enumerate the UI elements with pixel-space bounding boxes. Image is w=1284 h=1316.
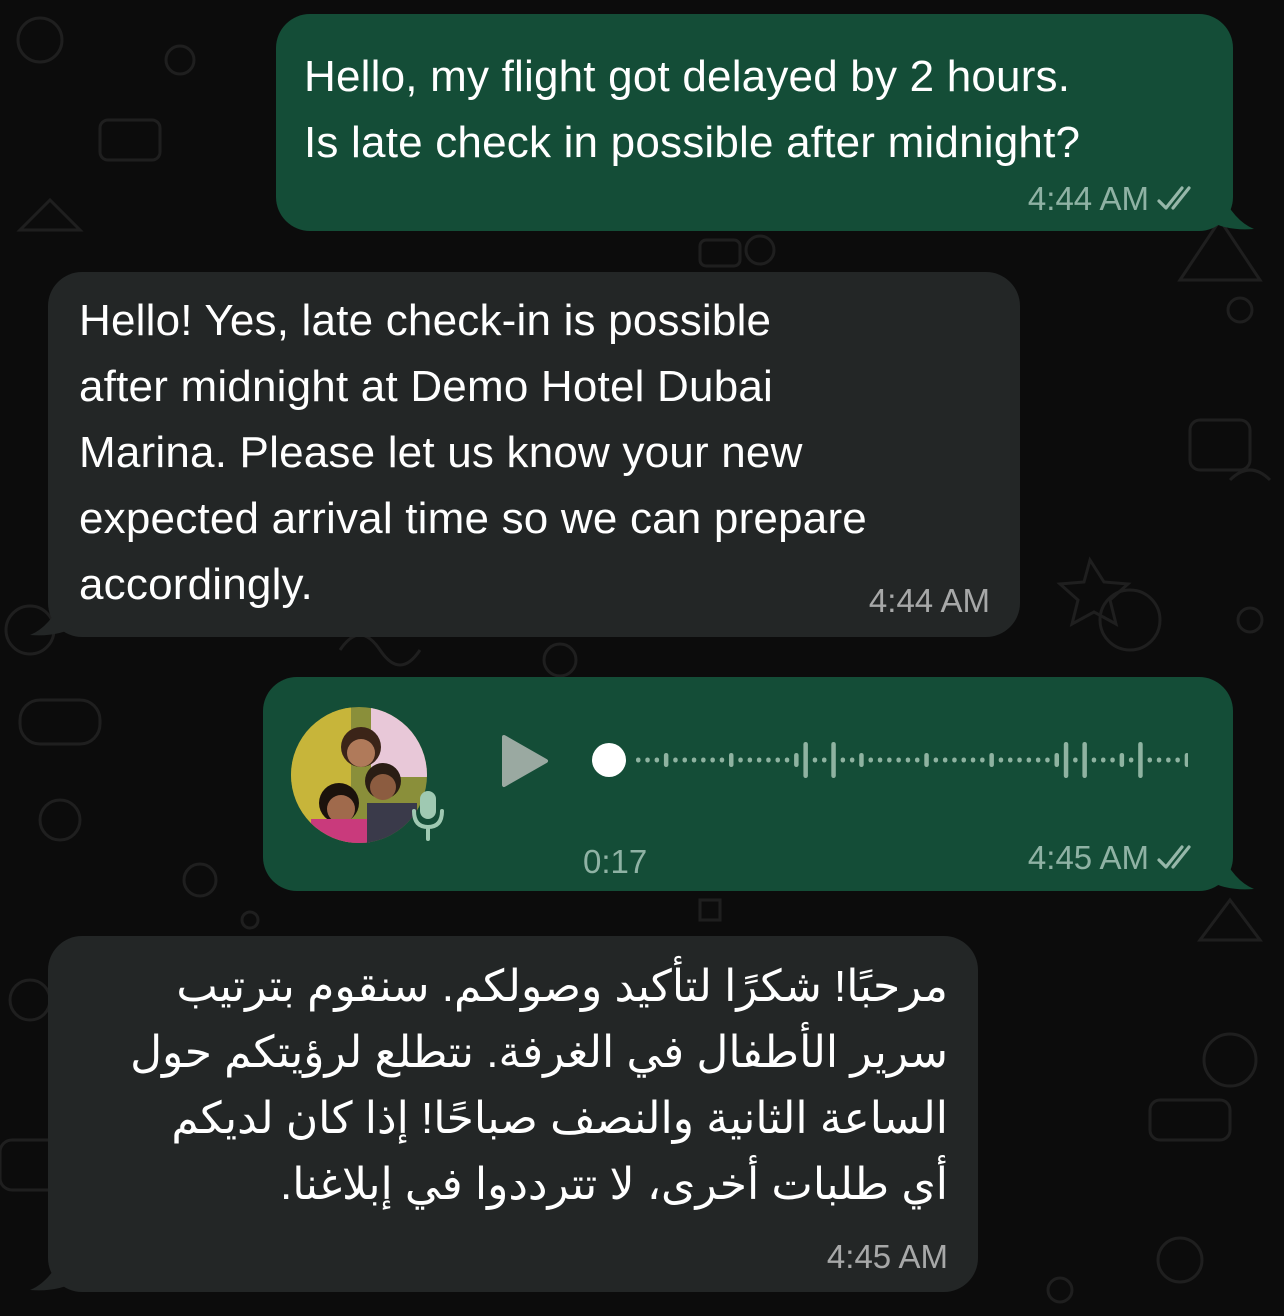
waveform-bar bbox=[1054, 753, 1059, 767]
message-meta: 4:45 AM bbox=[827, 1238, 948, 1276]
waveform-bar bbox=[822, 757, 827, 763]
waveform-bar bbox=[887, 757, 892, 763]
waveform-bar bbox=[775, 757, 780, 763]
message-time: 4:44 AM bbox=[868, 582, 990, 619]
bubble-tail bbox=[1210, 851, 1254, 890]
double-check-icon bbox=[1157, 186, 1191, 210]
message-meta: 4:44 AM bbox=[869, 582, 990, 620]
message-text-line: مرحبًا! شكرًا لتأكيد وصولكم. سنقوم بترتي… bbox=[176, 962, 948, 1011]
waveform-bar bbox=[756, 757, 762, 763]
message-text-line: Hello, my flight got delayed by 2 hours. bbox=[304, 52, 1071, 101]
avatar bbox=[291, 707, 427, 843]
message-text-line: Hello! Yes, late check-in is possible bbox=[79, 296, 772, 345]
waveform-bar bbox=[1082, 742, 1087, 778]
waveform-bar bbox=[1175, 757, 1180, 763]
waveform-bar bbox=[1156, 757, 1162, 763]
waveform-bar bbox=[1166, 757, 1171, 763]
message-meta: 4:44 AM bbox=[1028, 180, 1203, 218]
waveform-bar bbox=[729, 753, 734, 767]
message-text-line: after midnight at Demo Hotel Dubai bbox=[79, 362, 774, 411]
waveform-bar bbox=[1045, 757, 1050, 763]
waveform-bar bbox=[942, 757, 948, 763]
waveform-bar bbox=[794, 753, 799, 767]
waveform-bar bbox=[998, 757, 1004, 763]
waveform-bar bbox=[1119, 753, 1125, 767]
waveform-bar bbox=[849, 757, 855, 763]
message-text-line: سرير الأطفال في الغرفة. نتطلع لرؤيتكم حو… bbox=[130, 1028, 948, 1077]
voice-duration: 0:17 bbox=[583, 843, 648, 880]
double-check-icon bbox=[1157, 845, 1191, 869]
waveform-bar bbox=[989, 753, 994, 767]
waveform-bar bbox=[896, 757, 901, 763]
message-time: 4:44 AM bbox=[1027, 180, 1149, 217]
waveform-bar bbox=[654, 757, 660, 763]
waveform-bar bbox=[933, 757, 939, 763]
waveform-bar bbox=[915, 757, 920, 763]
waveform-bar bbox=[1026, 757, 1032, 763]
waveform-bar bbox=[682, 757, 687, 763]
waveform-bar bbox=[831, 742, 836, 778]
waveform-bar bbox=[1008, 757, 1013, 763]
waveform-bar bbox=[1184, 753, 1188, 767]
waveform-bar bbox=[1128, 757, 1134, 763]
waveform-bar bbox=[1091, 757, 1097, 763]
message-time: 4:45 AM bbox=[826, 1238, 948, 1275]
waveform-bar bbox=[868, 757, 873, 763]
voice-waveform-slider[interactable] bbox=[588, 729, 1188, 789]
waveform-bar bbox=[1073, 757, 1078, 763]
microphone-icon bbox=[412, 791, 444, 841]
voice-message-bubble[interactable]: 0:17 4:45 AM bbox=[263, 677, 1233, 891]
waveform-bar bbox=[710, 757, 715, 763]
waveform-bar bbox=[952, 757, 957, 763]
message-meta: 4:45 AM bbox=[1028, 839, 1203, 877]
waveform-bar bbox=[636, 757, 641, 763]
waveform-bar bbox=[766, 757, 771, 763]
waveform-bar bbox=[970, 757, 976, 763]
waveform-bar bbox=[673, 757, 678, 763]
waveform-bar bbox=[1017, 757, 1022, 763]
bubble-tail bbox=[30, 597, 74, 636]
message-text-line: الساعة الثانية والنصف صباحًا! إذا كان لد… bbox=[171, 1094, 948, 1143]
message-text-line: accordingly. bbox=[79, 560, 313, 609]
waveform-bar bbox=[924, 753, 929, 767]
waveform-bar bbox=[905, 757, 911, 763]
waveform-bar bbox=[645, 757, 650, 763]
chat-view: Hello, my flight got delayed by 2 hours.… bbox=[0, 0, 1284, 1316]
bubble-tail bbox=[30, 1252, 74, 1291]
waveform-bar bbox=[663, 753, 669, 767]
waveform-bar bbox=[1101, 757, 1106, 763]
message-time: 4:45 AM bbox=[1027, 839, 1149, 876]
waveform-bar bbox=[980, 757, 985, 763]
waveform-bar bbox=[1035, 757, 1041, 763]
message-text-line: أي طلبات أخرى، لا تترددوا في إبلاغنا. bbox=[280, 1160, 948, 1209]
bubble-tail bbox=[1210, 191, 1254, 230]
waveform-bar bbox=[961, 757, 966, 763]
message-bubble-incoming[interactable]: مرحبًا! شكرًا لتأكيد وصولكم. سنقوم بترتي… bbox=[48, 936, 978, 1292]
waveform-bar bbox=[747, 757, 753, 763]
waveform-bar bbox=[859, 753, 864, 767]
waveform-bar bbox=[691, 757, 697, 763]
waveform-bar bbox=[1110, 757, 1115, 763]
play-icon[interactable] bbox=[498, 733, 550, 789]
message-text-line: Marina. Please let us know your new bbox=[79, 428, 803, 477]
message-bubble-incoming[interactable]: Hello! Yes, late check-in is possible af… bbox=[48, 272, 1020, 637]
message-text-line: Is late check in possible after midnight… bbox=[304, 118, 1081, 167]
waveform-bar bbox=[1147, 757, 1152, 763]
waveform-bar bbox=[877, 757, 883, 763]
waveform-bar bbox=[1138, 742, 1143, 778]
waveform-bar bbox=[812, 757, 818, 763]
waveform-bar bbox=[1063, 742, 1069, 778]
waveform-bar bbox=[701, 757, 706, 763]
waveform-bar bbox=[784, 757, 790, 763]
message-bubble-outgoing[interactable]: Hello, my flight got delayed by 2 hours.… bbox=[276, 14, 1233, 231]
waveform-bar bbox=[719, 757, 725, 763]
message-text-line: expected arrival time so we can prepare bbox=[79, 494, 867, 543]
waveform-bar bbox=[738, 757, 743, 763]
waveform-bar bbox=[803, 742, 808, 778]
waveform-bar bbox=[840, 757, 846, 763]
